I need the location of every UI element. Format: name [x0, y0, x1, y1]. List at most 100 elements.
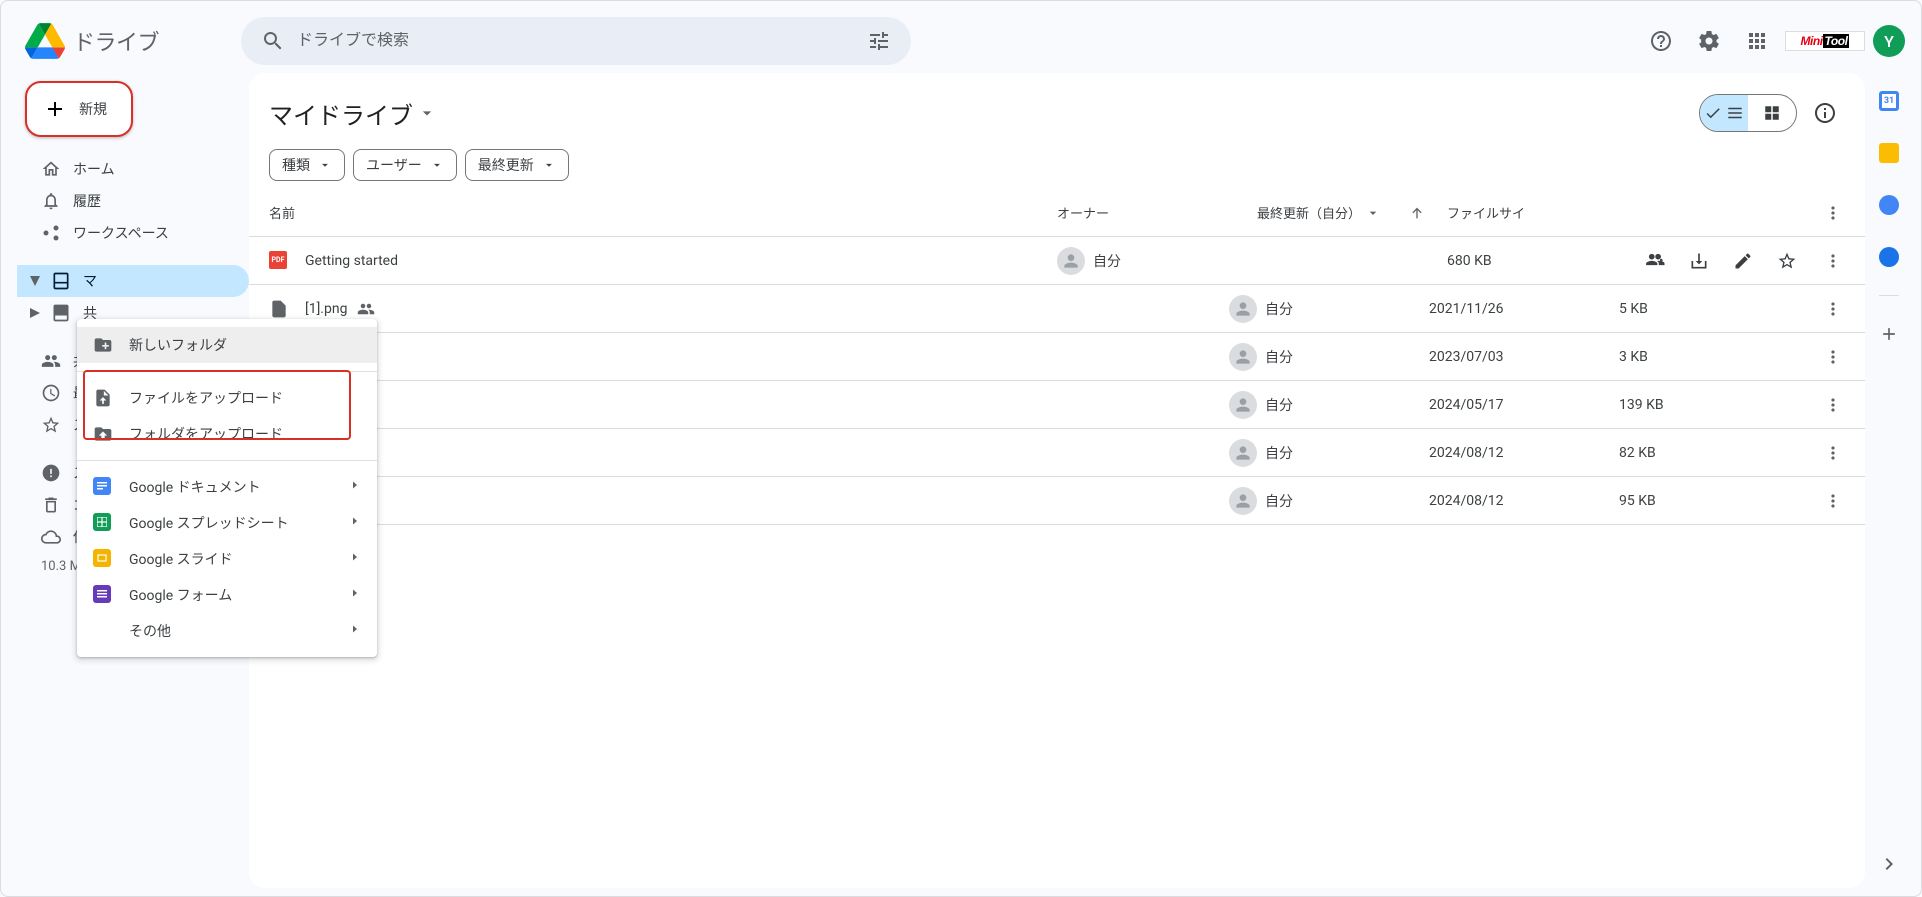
col-more[interactable] — [1809, 203, 1857, 223]
owner-avatar — [1057, 247, 1085, 275]
apps-button[interactable] — [1737, 21, 1777, 61]
file-size: 5 KB — [1619, 301, 1809, 317]
search-icon — [261, 29, 285, 53]
file-size: 82 KB — [1619, 445, 1809, 461]
view-toggle — [1699, 94, 1797, 132]
col-name[interactable]: 名前 — [269, 203, 1057, 222]
col-modified[interactable]: 最終更新（自分） — [1257, 203, 1447, 222]
ctx-upload-folder[interactable]: フォルダをアップロード — [77, 416, 377, 452]
tune-icon[interactable] — [867, 29, 891, 53]
sort-down-icon — [1365, 205, 1381, 221]
owner-name: 自分 — [1265, 491, 1293, 511]
home-icon — [41, 159, 61, 179]
file-type-icon — [269, 299, 289, 319]
dropdown-icon — [430, 158, 444, 172]
ctx-upload-file[interactable]: ファイルをアップロード — [77, 380, 377, 416]
owner-avatar — [1229, 343, 1257, 371]
share-action[interactable] — [1637, 243, 1673, 279]
row-more[interactable] — [1809, 443, 1857, 463]
calendar-addon[interactable]: 31 — [1869, 81, 1909, 121]
filter-chips: 種類 ユーザー 最終更新 — [249, 137, 1865, 189]
dropdown-icon — [542, 158, 556, 172]
list-view-button[interactable] — [1700, 95, 1748, 131]
col-size[interactable]: ファイルサイ — [1447, 203, 1637, 222]
file-name: [1].png — [305, 301, 347, 317]
check-icon — [1704, 104, 1722, 122]
settings-button[interactable] — [1689, 21, 1729, 61]
ctx-slides[interactable]: Google スライド — [77, 541, 377, 577]
col-owner[interactable]: オーナー — [1057, 203, 1257, 222]
table-row[interactable]: o 自分 2024/08/12 82 KB — [249, 429, 1865, 477]
ctx-new-folder[interactable]: 新しいフォルダ — [77, 327, 377, 363]
file-date: 2024/08/12 — [1429, 493, 1619, 509]
ctx-forms[interactable]: Google フォーム — [77, 577, 377, 613]
star-action[interactable] — [1769, 243, 1805, 279]
main-pane: マイドライブ 種類 ユーザー 最終更新 — [249, 73, 1865, 888]
spam-icon — [41, 463, 61, 483]
file-table: 名前 オーナー 最終更新（自分） ファイルサイ PDFGetting start… — [249, 189, 1865, 888]
search-bar[interactable] — [241, 17, 911, 65]
table-row[interactable]: [1].png 自分 2021/11/26 5 KB — [249, 285, 1865, 333]
keep-addon[interactable] — [1869, 133, 1909, 173]
get-addons[interactable] — [1869, 314, 1909, 354]
sidebar-workspaces[interactable]: ワークスペース — [17, 217, 249, 249]
help-button[interactable] — [1641, 21, 1681, 61]
submenu-icon — [349, 623, 361, 639]
dropdown-icon — [318, 158, 332, 172]
chip-type[interactable]: 種類 — [269, 149, 345, 181]
edit-action[interactable] — [1725, 243, 1761, 279]
breadcrumb-bar: マイドライブ — [249, 73, 1865, 137]
table-row[interactable]: 自分 2024/05/17 139 KB — [249, 381, 1865, 429]
upload-folder-icon — [93, 424, 113, 444]
account-avatar[interactable]: Y — [1873, 25, 1905, 57]
chip-user[interactable]: ユーザー — [353, 149, 457, 181]
sort-up-icon — [1409, 205, 1425, 221]
owner-name: 自分 — [1265, 299, 1293, 319]
new-context-menu: 新しいフォルダ ファイルをアップロード フォルダをアップロード Google ド… — [77, 319, 377, 657]
collapse-panel[interactable] — [1869, 844, 1909, 884]
table-header: 名前 オーナー 最終更新（自分） ファイルサイ — [249, 189, 1865, 237]
chip-modified[interactable]: 最終更新 — [465, 149, 569, 181]
submenu-icon — [349, 515, 361, 531]
ctx-more[interactable]: その他 — [77, 613, 377, 649]
file-size: 95 KB — [1619, 493, 1809, 509]
trash-icon — [41, 495, 61, 515]
contacts-addon[interactable] — [1869, 237, 1909, 277]
sidebar-home[interactable]: ホーム — [17, 153, 249, 185]
cloud-icon — [41, 527, 61, 547]
file-name: Getting started — [305, 253, 398, 269]
file-date: 2021/11/26 — [1429, 301, 1619, 317]
download-action[interactable] — [1681, 243, 1717, 279]
row-more[interactable] — [1809, 251, 1857, 271]
file-date: 2023/07/03 — [1429, 349, 1619, 365]
sidebar-mydrive[interactable]: マ — [17, 265, 249, 297]
side-panel: 31 — [1865, 73, 1913, 888]
app-name: ドライブ — [73, 25, 159, 57]
row-more[interactable] — [1809, 347, 1857, 367]
info-button[interactable] — [1805, 93, 1845, 133]
file-size: 680 KB — [1447, 253, 1637, 269]
table-row[interactable]: PDFGetting started 自分 680 KB — [249, 237, 1865, 285]
ctx-docs[interactable]: Google ドキュメント — [77, 469, 377, 505]
grid-view-button[interactable] — [1748, 95, 1796, 131]
row-more[interactable] — [1809, 491, 1857, 511]
new-button-label: 新規 — [79, 99, 107, 119]
search-input[interactable] — [297, 32, 855, 50]
breadcrumb-title[interactable]: マイドライブ — [269, 96, 437, 131]
tasks-addon[interactable] — [1869, 185, 1909, 225]
clock-icon — [41, 383, 61, 403]
folder-plus-icon — [93, 335, 113, 355]
drive-logo-icon — [25, 21, 65, 61]
table-row[interactable]: 2.pub 自分 2024/08/12 95 KB — [249, 477, 1865, 525]
new-button[interactable]: 新規 — [25, 81, 133, 137]
table-row[interactable]: 1 自分 2023/07/03 3 KB — [249, 333, 1865, 381]
ctx-sheets[interactable]: Google スプレッドシート — [77, 505, 377, 541]
sidebar-activity[interactable]: 履歴 — [17, 185, 249, 217]
row-more[interactable] — [1809, 395, 1857, 415]
file-size: 139 KB — [1619, 397, 1809, 413]
expand-icon[interactable] — [29, 275, 41, 287]
row-more[interactable] — [1809, 299, 1857, 319]
expand-icon[interactable] — [29, 307, 41, 319]
list-icon — [1726, 104, 1744, 122]
logo-block[interactable]: ドライブ — [17, 21, 233, 61]
